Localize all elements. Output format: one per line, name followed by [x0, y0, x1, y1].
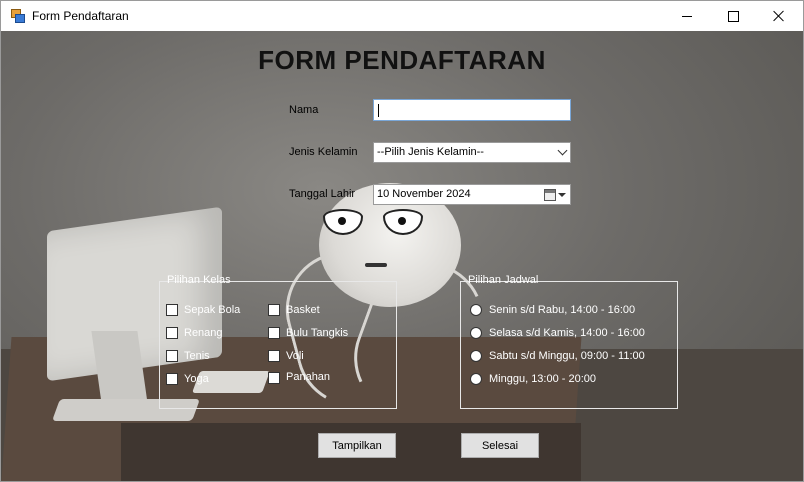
minimize-button[interactable] — [664, 1, 710, 31]
form-client-area: FORM PENDAFTARAN Nama Jenis Kelamin --Pi… — [1, 31, 803, 481]
form-heading: FORM PENDAFTARAN — [258, 45, 546, 75]
checkbox-basket[interactable] — [268, 304, 280, 316]
nama-label: Nama — [289, 104, 319, 116]
radio-label: Senin s/d Rabu, 14:00 - 16:00 — [489, 304, 636, 316]
dropdown-arrow-icon — [558, 193, 566, 197]
chevron-down-icon — [557, 145, 568, 156]
close-button[interactable] — [756, 1, 802, 31]
selesai-button[interactable]: Selesai — [461, 433, 539, 458]
checkbox-sepak-bola[interactable] — [166, 304, 178, 316]
checkbox-yoga[interactable] — [166, 373, 178, 385]
checkbox-label: Sepak Bola — [184, 304, 241, 316]
nama-input[interactable] — [373, 99, 571, 121]
tanggal-lahir-label: Tanggal Lahir — [289, 188, 356, 200]
title-bar: Form Pendaftaran — [1, 1, 803, 31]
radio-label: Sabtu s/d Minggu, 09:00 - 11:00 — [489, 350, 645, 362]
minimize-icon — [682, 15, 692, 17]
radio-sabtu-minggu[interactable] — [470, 350, 482, 362]
checkbox-panahan[interactable] — [268, 372, 280, 384]
checkbox-label: Panahan — [286, 371, 331, 383]
jenis-kelamin-value: --Pilih Jenis Kelamin-- — [377, 146, 484, 158]
checkbox-voli[interactable] — [268, 350, 280, 362]
tanggal-lahir-value: 10 November 2024 — [377, 188, 471, 200]
radio-minggu[interactable] — [470, 373, 482, 385]
maximize-icon — [727, 10, 739, 22]
radio-label: Selasa s/d Kamis, 14:00 - 16:00 — [489, 327, 645, 339]
radio-selasa-kamis[interactable] — [470, 327, 482, 339]
tampilkan-button[interactable]: Tampilkan — [318, 433, 396, 458]
window-title: Form Pendaftaran — [32, 9, 129, 23]
checkbox-label: Basket — [286, 304, 320, 316]
radio-senin-rabu[interactable] — [470, 304, 482, 316]
jenis-kelamin-label: Jenis Kelamin — [289, 146, 358, 158]
checkbox-label: Renang — [184, 327, 223, 339]
maximize-button[interactable] — [710, 1, 756, 31]
pilihan-kelas-group: Pilihan Kelas Sepak Bola Renang Tenis Yo… — [159, 274, 397, 409]
tanggal-lahir-datepicker[interactable]: 10 November 2024 — [373, 184, 571, 205]
checkbox-label: Yoga — [184, 373, 209, 385]
checkbox-label: Bulu Tangkis — [286, 327, 349, 339]
jenis-kelamin-select[interactable]: --Pilih Jenis Kelamin-- — [373, 142, 571, 163]
pilihan-jadwal-group: Pilihan Jadwal Senin s/d Rabu, 14:00 - 1… — [460, 274, 678, 409]
checkbox-bulu-tangkis[interactable] — [268, 327, 280, 339]
checkbox-tenis[interactable] — [166, 350, 178, 362]
radio-label: Minggu, 13:00 - 20:00 — [489, 373, 597, 385]
pilihan-jadwal-title: Pilihan Jadwal — [468, 274, 539, 286]
app-icon — [11, 9, 25, 23]
checkbox-renang[interactable] — [166, 327, 178, 339]
close-icon — [773, 10, 785, 22]
pilihan-kelas-title: Pilihan Kelas — [167, 274, 231, 286]
checkbox-label: Tenis — [184, 350, 210, 362]
app-window: Form Pendaftaran FORM PENDAFTARAN Nama J… — [0, 0, 804, 482]
calendar-icon — [544, 189, 556, 201]
checkbox-label: Voli — [286, 350, 304, 362]
